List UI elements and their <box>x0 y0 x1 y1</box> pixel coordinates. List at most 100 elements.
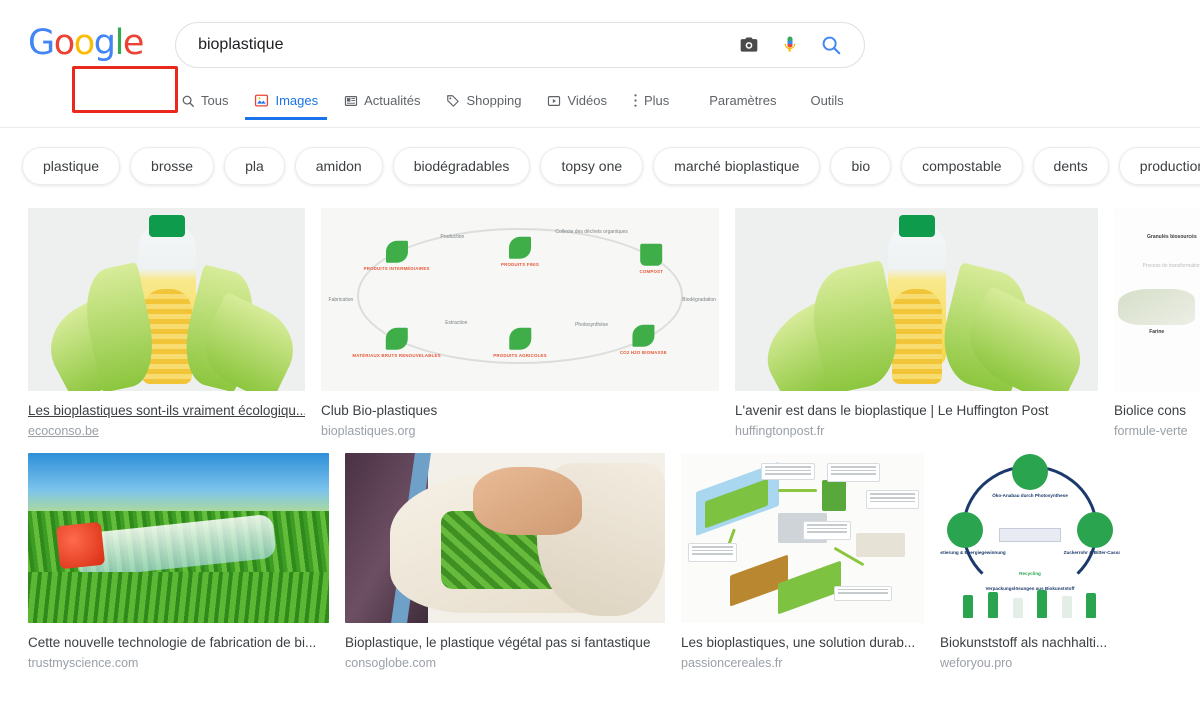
result-source[interactable]: passioncereales.fr <box>681 656 924 671</box>
result-card[interactable]: Granulés biosourcés Process de transform… <box>1114 208 1200 439</box>
tab-shopping[interactable]: Shopping <box>433 93 534 120</box>
cycle-arc-label: Photosynthèse <box>575 322 609 329</box>
result-source[interactable]: formule-verte <box>1114 424 1200 439</box>
result-thumbnail[interactable] <box>735 208 1098 391</box>
cycle-node-label: PRODUITS AGRICOLES <box>493 353 547 359</box>
chip-production[interactable]: production <box>1118 147 1200 185</box>
tab-images[interactable]: Images <box>241 93 331 120</box>
result-source[interactable]: huffingtonpost.fr <box>735 424 1098 439</box>
settings-label: Paramètres <box>709 93 777 108</box>
granules-document-illustration: Granulés biosourcés Process de transform… <box>1114 208 1200 391</box>
cycle-node: PRODUITS FINIS <box>501 236 539 268</box>
cycle-node-label: PRODUITS INTERMÉDIAIRES <box>363 265 430 271</box>
tools-button[interactable]: Outils <box>797 93 856 120</box>
doc-line-1: Granulés biosourcés <box>1147 233 1197 240</box>
result-title[interactable]: Les bioplastiques, une solution durab... <box>681 635 924 651</box>
result-thumbnail[interactable]: PRODUITS INTERMÉDIAIRES PRODUITS FINIS C… <box>321 208 719 391</box>
logo-letter-g2: g <box>93 22 116 63</box>
cycle-node: PRODUITS AGRICOLES <box>493 328 547 359</box>
image-icon <box>254 93 269 108</box>
result-title[interactable]: Biolice cons <box>1114 403 1200 419</box>
result-source[interactable]: trustmyscience.com <box>28 656 329 671</box>
result-thumbnail[interactable]: Granulés biosourcés Process de transform… <box>1114 208 1200 391</box>
logo-letter-g1: G <box>28 22 55 63</box>
settings-button[interactable]: Paramètres <box>696 93 789 120</box>
search-submit-icon[interactable] <box>820 34 842 56</box>
result-thumbnail[interactable]: Öko-Anabau durch Photosynthese Zuckerroh… <box>940 453 1120 623</box>
result-thumbnail[interactable] <box>28 208 305 391</box>
tag-icon <box>446 94 460 108</box>
header-top-bar: Google <box>0 0 1200 74</box>
tab-plus[interactable]: Plus <box>620 93 682 120</box>
tab-videos[interactable]: Vidéos <box>534 93 620 120</box>
de-node-label: Öko-Anabau durch Photosynthese <box>992 492 1068 498</box>
result-title[interactable]: Bioplastique, le plastique végétal pas s… <box>345 635 665 651</box>
camera-icon[interactable] <box>738 35 760 55</box>
related-search-chips: plastique brosse pla amidon biodégradabl… <box>0 128 1200 202</box>
chip-compostable[interactable]: compostable <box>901 147 1023 185</box>
logo-letter-o2: o <box>73 22 95 63</box>
result-thumbnail[interactable] <box>345 453 665 623</box>
result-title[interactable]: Cette nouvelle technologie de fabricatio… <box>28 635 329 651</box>
result-card[interactable]: Cette nouvelle technologie de fabricatio… <box>28 453 329 671</box>
search-box[interactable] <box>175 22 866 68</box>
chip-biodegradables[interactable]: biodégradables <box>392 147 531 185</box>
cycle-arc-label: Fabrication <box>328 296 354 303</box>
page-header: Google bioplastique Tous Images Actualit… <box>0 0 1200 128</box>
result-thumbnail[interactable] <box>681 453 924 623</box>
result-card[interactable]: Les bioplastiques sont-ils vraiment écol… <box>28 208 305 439</box>
cycle-node-label: CO2 H2O BIOMASSE <box>619 349 667 355</box>
result-title[interactable]: Club Bio-plastiques <box>321 403 719 419</box>
video-icon <box>547 94 561 108</box>
search-nav-tabs: Tous Images Actualités Shopping Vidéos P… <box>0 66 1200 120</box>
result-title[interactable]: Les bioplastiques sont-ils vraiment écol… <box>28 403 305 419</box>
google-logo[interactable]: Google <box>28 22 144 65</box>
result-card[interactable]: Öko-Anabau durch Photosynthese Zuckerroh… <box>940 453 1120 671</box>
result-source[interactable]: bioplastiques.org <box>321 424 719 439</box>
result-card[interactable]: PRODUITS INTERMÉDIAIRES PRODUITS FINIS C… <box>321 208 719 439</box>
tab-label-images: Images <box>275 93 319 108</box>
chip-bio[interactable]: bio <box>830 147 892 185</box>
logo-letter-l: l <box>114 22 125 63</box>
more-vertical-icon <box>633 93 638 108</box>
result-source[interactable]: weforyou.pro <box>940 656 1120 671</box>
result-title[interactable]: L'avenir est dans le bioplastique | Le H… <box>735 403 1098 419</box>
result-card[interactable]: Bioplastique, le plastique végétal pas s… <box>345 453 665 671</box>
chip-dents[interactable]: dents <box>1032 147 1109 185</box>
microphone-icon[interactable] <box>780 34 800 56</box>
cycle-node: PRODUITS INTERMÉDIAIRES <box>364 240 430 271</box>
result-thumbnail[interactable] <box>28 453 329 623</box>
bottle-in-grass-photo <box>28 453 329 623</box>
chip-topsy-one[interactable]: topsy one <box>540 147 644 185</box>
tab-label-videos: Vidéos <box>567 93 607 108</box>
cycle-node: MATÉRIAUX BRUTS RENOUVELABLES <box>352 328 441 359</box>
result-source[interactable]: ecoconso.be <box>28 424 305 439</box>
doc-line-2: Process de transformation <box>1142 262 1200 269</box>
result-source[interactable]: consoglobe.com <box>345 656 665 671</box>
image-results-grid: Les bioplastiques sont-ils vraiment écol… <box>0 202 1200 685</box>
news-icon <box>344 94 358 108</box>
chip-brosse[interactable]: brosse <box>130 147 215 185</box>
de-node-label: Zuckerrohr & Bitter-Cassava <box>1063 550 1120 556</box>
search-icon <box>181 94 195 108</box>
bioplastic-lifecycle-diagram: PRODUITS INTERMÉDIAIRES PRODUITS FINIS C… <box>321 208 719 391</box>
hand-holding-bag-photo <box>345 453 665 623</box>
cycle-arc-label: Extraction <box>445 320 468 327</box>
tab-tous[interactable]: Tous <box>168 93 241 120</box>
tab-label-tous: Tous <box>201 93 229 108</box>
chip-plastique[interactable]: plastique <box>22 147 121 185</box>
result-card[interactable]: L'avenir est dans le bioplastique | Le H… <box>735 208 1098 439</box>
result-title[interactable]: Biokunststoff als nachhalti... <box>940 635 1120 651</box>
chip-marche-bioplastique[interactable]: marché bioplastique <box>653 147 821 185</box>
cycle-arc-label: Collecte des déchets organiques <box>555 228 628 235</box>
result-card[interactable]: Les bioplastiques, une solution durab...… <box>681 453 924 671</box>
tools-label: Outils <box>810 93 844 108</box>
chip-pla[interactable]: pla <box>224 147 285 185</box>
search-input[interactable] <box>198 36 739 54</box>
cycle-node-label: COMPOST <box>639 268 664 274</box>
results-row-2: Cette nouvelle technologie de fabricatio… <box>0 453 1200 671</box>
doc-line-3: Farine <box>1149 328 1165 335</box>
corn-bottle-illustration <box>28 208 305 391</box>
tab-actualites[interactable]: Actualités <box>331 93 433 120</box>
chip-amidon[interactable]: amidon <box>294 147 383 185</box>
